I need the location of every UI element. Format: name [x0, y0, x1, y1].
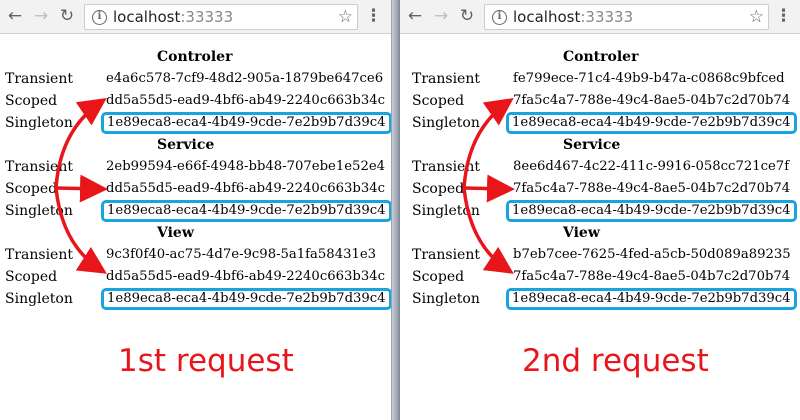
row-label: Transient — [412, 247, 480, 263]
row-value: 7fa5c4a7-788e-49c4-8ae5-04b7c2d70b74 — [513, 93, 791, 108]
table-row: Transient b7eb7cee-7625-4fed-a5cb-50d089a… — [400, 244, 800, 266]
row-label: Scoped — [412, 93, 465, 109]
row-value: 9c3f0f40-ac75-4d7e-9c98-5a1fa58431e3 — [106, 247, 377, 262]
back-arrow-icon[interactable]: ← — [4, 5, 26, 27]
table-row: Singleton 1e89eca8-eca4-4b49-9cde-7e2b9b7… — [0, 112, 391, 134]
row-value: 2eb99594-e66f-4948-bb48-707ebe1e52e4 — [106, 159, 386, 174]
section-title-controler: Controler — [563, 49, 639, 65]
info-icon[interactable]: i — [92, 10, 107, 25]
browser-toolbar: ← → ↻ i localhost:33333 ☆ ⋮ — [0, 0, 391, 34]
kebab-menu-icon[interactable]: ⋮ — [365, 5, 382, 27]
table-row: Singleton 1e89eca8-eca4-4b49-9cde-7e2b9b7… — [400, 112, 800, 134]
table-row: Scoped dd5a55d5-ead9-4bf6-ab49-2240c663b3… — [0, 178, 391, 200]
row-label: Singleton — [5, 291, 73, 307]
table-row: Transient e4a6c578-7cf9-48d2-905a-1879be6… — [0, 68, 391, 90]
row-value: fe799ece-71c4-49b9-b47a-c0868c9bfced — [513, 71, 785, 86]
table-row: Transient 2eb99594-e66f-4948-bb48-707ebe1… — [0, 156, 391, 178]
row-label: Singleton — [412, 115, 480, 131]
table-row: Transient 8ee6d467-4c22-411c-9916-058cc72… — [400, 156, 800, 178]
row-value: e4a6c578-7cf9-48d2-905a-1879be647ce6 — [106, 71, 384, 86]
row-label: Scoped — [5, 181, 58, 197]
row-label: Scoped — [5, 269, 58, 285]
address-bar[interactable]: i localhost:33333 ☆ — [84, 4, 358, 30]
row-label: Scoped — [412, 181, 465, 197]
section-title-controler: Controler — [157, 49, 233, 65]
row-label: Singleton — [5, 203, 73, 219]
singleton-value-highlighted: 1e89eca8-eca4-4b49-9cde-7e2b9b7d39c4 — [101, 200, 391, 222]
table-row: Scoped 7fa5c4a7-788e-49c4-8ae5-04b7c2d70b… — [400, 90, 800, 112]
table-row: Singleton 1e89eca8-eca4-4b49-9cde-7e2b9b7… — [0, 288, 391, 310]
table-row: Singleton 1e89eca8-eca4-4b49-9cde-7e2b9b7… — [400, 288, 800, 310]
singleton-value-highlighted: 1e89eca8-eca4-4b49-9cde-7e2b9b7d39c4 — [101, 112, 391, 134]
row-value: dd5a55d5-ead9-4bf6-ab49-2240c663b34c — [106, 93, 385, 108]
browser-toolbar: ← → ↻ i localhost:33333 ☆ ⋮ — [400, 0, 800, 34]
forward-arrow-icon[interactable]: → — [430, 5, 452, 27]
url-host: localhost — [513, 8, 581, 26]
section-title-view: View — [157, 225, 194, 241]
row-value: b7eb7cee-7625-4fed-a5cb-50d089a89235 — [513, 247, 791, 262]
star-icon[interactable]: ☆ — [338, 6, 353, 28]
table-row: Singleton 1e89eca8-eca4-4b49-9cde-7e2b9b7… — [400, 200, 800, 222]
row-label: Scoped — [5, 93, 58, 109]
row-value: 7fa5c4a7-788e-49c4-8ae5-04b7c2d70b74 — [513, 181, 791, 196]
page-content: Controler Transient e4a6c578-7cf9-48d2-90… — [0, 46, 391, 310]
page-content: Controler Transient fe799ece-71c4-49b9-b4… — [400, 46, 800, 310]
star-icon[interactable]: ☆ — [749, 6, 764, 28]
browser-window-left: ← → ↻ i localhost:33333 ☆ ⋮ Controler Tr… — [0, 0, 391, 420]
singleton-value-highlighted: 1e89eca8-eca4-4b49-9cde-7e2b9b7d39c4 — [101, 288, 391, 310]
reload-icon[interactable]: ↻ — [456, 5, 478, 27]
kebab-menu-icon[interactable]: ⋮ — [775, 5, 792, 27]
row-value: 8ee6d467-4c22-411c-9916-058cc721ce7f — [513, 159, 790, 174]
table-row: Scoped 7fa5c4a7-788e-49c4-8ae5-04b7c2d70b… — [400, 178, 800, 200]
back-arrow-icon[interactable]: ← — [404, 5, 426, 27]
url-port: :33333 — [580, 8, 634, 26]
row-value: dd5a55d5-ead9-4bf6-ab49-2240c663b34c — [106, 269, 385, 284]
table-row: Scoped 7fa5c4a7-788e-49c4-8ae5-04b7c2d70b… — [400, 266, 800, 288]
row-label: Scoped — [412, 269, 465, 285]
address-bar[interactable]: i localhost:33333 ☆ — [484, 4, 769, 30]
row-label: Transient — [5, 159, 73, 175]
request-caption: 1st request — [118, 343, 294, 379]
singleton-value-highlighted: 1e89eca8-eca4-4b49-9cde-7e2b9b7d39c4 — [506, 112, 797, 134]
section-title-service: Service — [157, 137, 215, 153]
row-label: Singleton — [412, 203, 480, 219]
table-row: Singleton 1e89eca8-eca4-4b49-9cde-7e2b9b7… — [0, 200, 391, 222]
row-label: Singleton — [412, 291, 480, 307]
row-label: Transient — [5, 247, 73, 263]
window-divider — [391, 0, 400, 420]
table-row: Transient fe799ece-71c4-49b9-b47a-c0868c9… — [400, 68, 800, 90]
row-label: Transient — [412, 159, 480, 175]
url-port: :33333 — [180, 8, 234, 26]
url-text: localhost:33333 — [113, 8, 233, 26]
table-row: Transient 9c3f0f40-ac75-4d7e-9c98-5a1fa58… — [0, 244, 391, 266]
row-label: Transient — [412, 71, 480, 87]
info-icon[interactable]: i — [492, 10, 507, 25]
row-label: Transient — [5, 71, 73, 87]
browser-window-right: ← → ↻ i localhost:33333 ☆ ⋮ Controler Tr… — [400, 0, 800, 420]
table-row: Scoped dd5a55d5-ead9-4bf6-ab49-2240c663b3… — [0, 266, 391, 288]
section-title-view: View — [563, 225, 600, 241]
url-host: localhost — [113, 8, 181, 26]
section-title-service: Service — [563, 137, 621, 153]
row-value: 7fa5c4a7-788e-49c4-8ae5-04b7c2d70b74 — [513, 269, 791, 284]
singleton-value-highlighted: 1e89eca8-eca4-4b49-9cde-7e2b9b7d39c4 — [506, 288, 797, 310]
row-value: dd5a55d5-ead9-4bf6-ab49-2240c663b34c — [106, 181, 385, 196]
url-text: localhost:33333 — [513, 8, 633, 26]
singleton-value-highlighted: 1e89eca8-eca4-4b49-9cde-7e2b9b7d39c4 — [506, 200, 797, 222]
reload-icon[interactable]: ↻ — [56, 5, 78, 27]
forward-arrow-icon[interactable]: → — [30, 5, 52, 27]
request-caption: 2nd request — [522, 343, 709, 379]
row-label: Singleton — [5, 115, 73, 131]
table-row: Scoped dd5a55d5-ead9-4bf6-ab49-2240c663b3… — [0, 90, 391, 112]
